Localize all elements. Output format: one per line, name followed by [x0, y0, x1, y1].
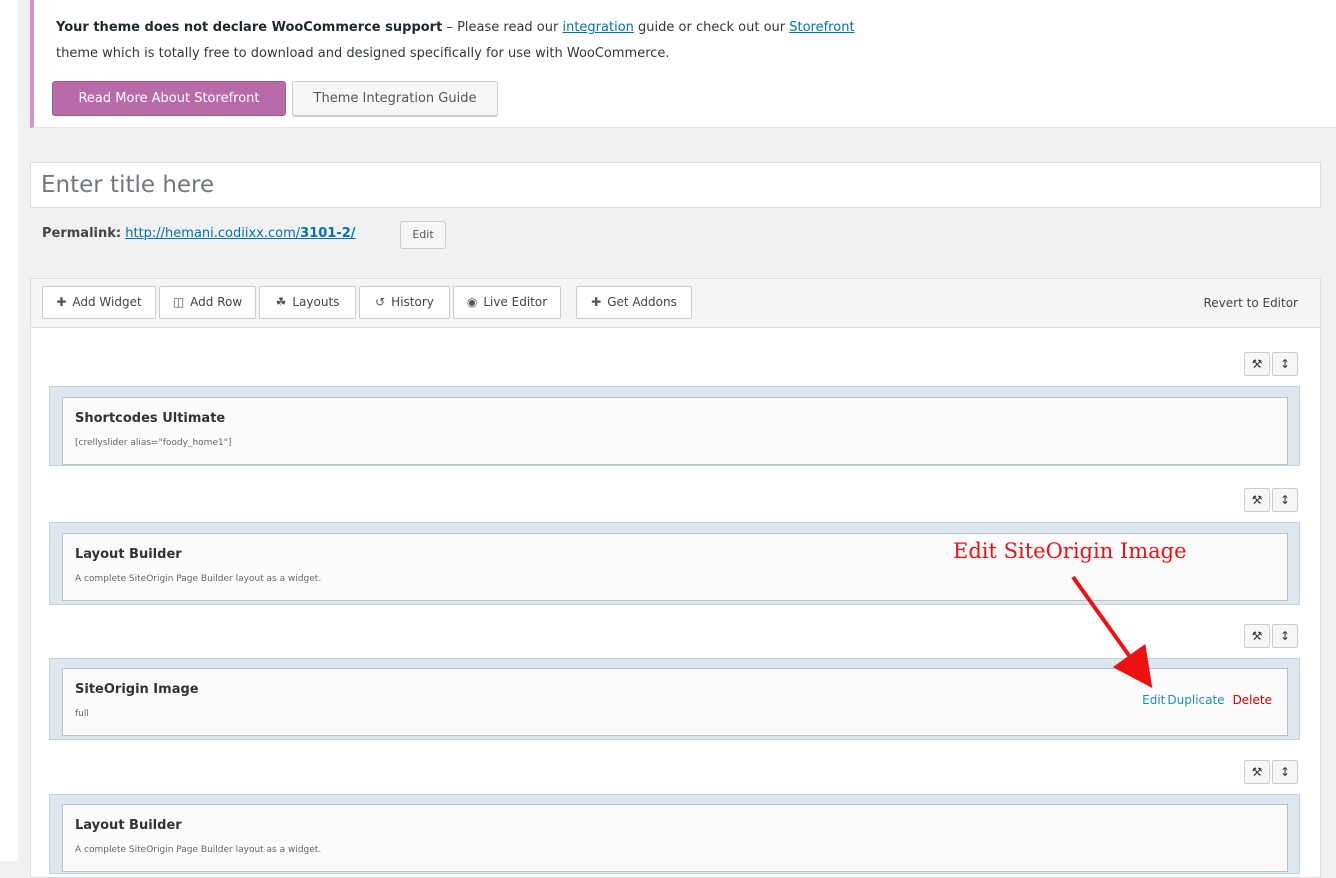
add-widget-label: Add Widget	[72, 295, 142, 309]
widget-actions: Edit Duplicate Delete	[1134, 693, 1272, 707]
notice-bold: Your theme does not declare WooCommerce …	[56, 20, 443, 35]
widget-delete-link[interactable]: Delete	[1233, 693, 1272, 707]
integration-link[interactable]: integration	[562, 20, 633, 35]
permalink-edit-button[interactable]: Edit	[400, 221, 446, 249]
row-tools: ⚒ ↕	[1244, 760, 1298, 784]
plus-icon: ✚	[591, 295, 602, 309]
widget-description: full	[75, 709, 89, 719]
row-tools: ⚒ ↕	[1244, 488, 1298, 512]
notice-text-b: guide or check out our	[633, 20, 790, 35]
theme-integration-guide-button[interactable]: Theme Integration Guide	[292, 81, 498, 116]
notice-line-2: theme which is totally free to download …	[56, 46, 670, 61]
revert-to-editor-link[interactable]: Revert to Editor	[1204, 296, 1299, 310]
widget-edit-link[interactable]: Edit	[1142, 693, 1165, 707]
add-row-label: Add Row	[190, 295, 243, 309]
left-gutter	[0, 0, 18, 861]
widget-description: A complete SiteOrigin Page Builder layou…	[75, 574, 322, 584]
title-input[interactable]: Enter title here	[30, 162, 1321, 208]
get-addons-button[interactable]: ✚ Get Addons	[576, 286, 692, 319]
permalink-base: http://hemani.codiixx.com/	[125, 226, 301, 241]
move-icon[interactable]: ↕	[1272, 352, 1298, 376]
get-addons-label: Get Addons	[607, 295, 677, 309]
layouts-button[interactable]: ☘ Layouts	[259, 286, 356, 319]
read-more-storefront-button[interactable]: Read More About Storefront	[52, 81, 286, 116]
permalink-link[interactable]: http://hemani.codiixx.com/3101-2/	[125, 226, 355, 241]
widget-layout-builder[interactable]: Layout Builder A complete SiteOrigin Pag…	[62, 804, 1288, 872]
history-button[interactable]: ↺ History	[359, 286, 450, 319]
row-tools: ⚒ ↕	[1244, 352, 1298, 376]
add-widget-button[interactable]: ✚ Add Widget	[42, 286, 156, 319]
notice-line-1: Your theme does not declare WooCommerce …	[56, 20, 855, 35]
add-row-button[interactable]: ◫ Add Row	[159, 286, 256, 319]
move-icon[interactable]: ↕	[1272, 624, 1298, 648]
wrench-icon[interactable]: ⚒	[1244, 624, 1270, 648]
widget-title: Layout Builder	[75, 547, 182, 562]
permalink-label: Permalink:	[42, 226, 122, 241]
move-icon[interactable]: ↕	[1272, 760, 1298, 784]
annotation-label: Edit SiteOrigin Image	[953, 539, 1187, 563]
widget-description: [crellyslider alias="foody_home1"]	[75, 438, 232, 448]
move-icon[interactable]: ↕	[1272, 488, 1298, 512]
plus-icon: ✚	[56, 295, 67, 309]
storefront-link[interactable]: Storefront	[789, 20, 854, 35]
layouts-icon: ☘	[275, 295, 287, 309]
widget-description: A complete SiteOrigin Page Builder layou…	[75, 845, 322, 855]
permalink-slug: 3101-2/	[300, 226, 356, 241]
notice-text-a: – Please read our	[442, 20, 563, 35]
row-tools: ⚒ ↕	[1244, 624, 1298, 648]
widget-title: SiteOrigin Image	[75, 682, 199, 697]
history-label: History	[391, 295, 434, 309]
permalink: Permalink: http://hemani.codiixx.com/310…	[42, 226, 356, 241]
undo-icon: ↺	[375, 295, 386, 309]
widget-title: Shortcodes Ultimate	[75, 411, 226, 426]
wrench-icon[interactable]: ⚒	[1244, 352, 1270, 376]
wrench-icon[interactable]: ⚒	[1244, 488, 1270, 512]
wrench-icon[interactable]: ⚒	[1244, 760, 1270, 784]
layouts-label: Layouts	[292, 295, 340, 309]
live-editor-button[interactable]: ◉ Live Editor	[453, 286, 561, 319]
columns-icon: ◫	[172, 295, 185, 309]
widget-shortcodes-ultimate[interactable]: Shortcodes Ultimate [crellyslider alias=…	[62, 397, 1288, 465]
widget-siteorigin-image[interactable]: SiteOrigin Image full Edit Duplicate Delet…	[62, 668, 1288, 736]
widget-title: Layout Builder	[75, 818, 182, 833]
eye-icon: ◉	[466, 295, 478, 309]
live-editor-label: Live Editor	[483, 295, 548, 309]
widget-duplicate-link[interactable]: Duplicate	[1167, 693, 1224, 707]
